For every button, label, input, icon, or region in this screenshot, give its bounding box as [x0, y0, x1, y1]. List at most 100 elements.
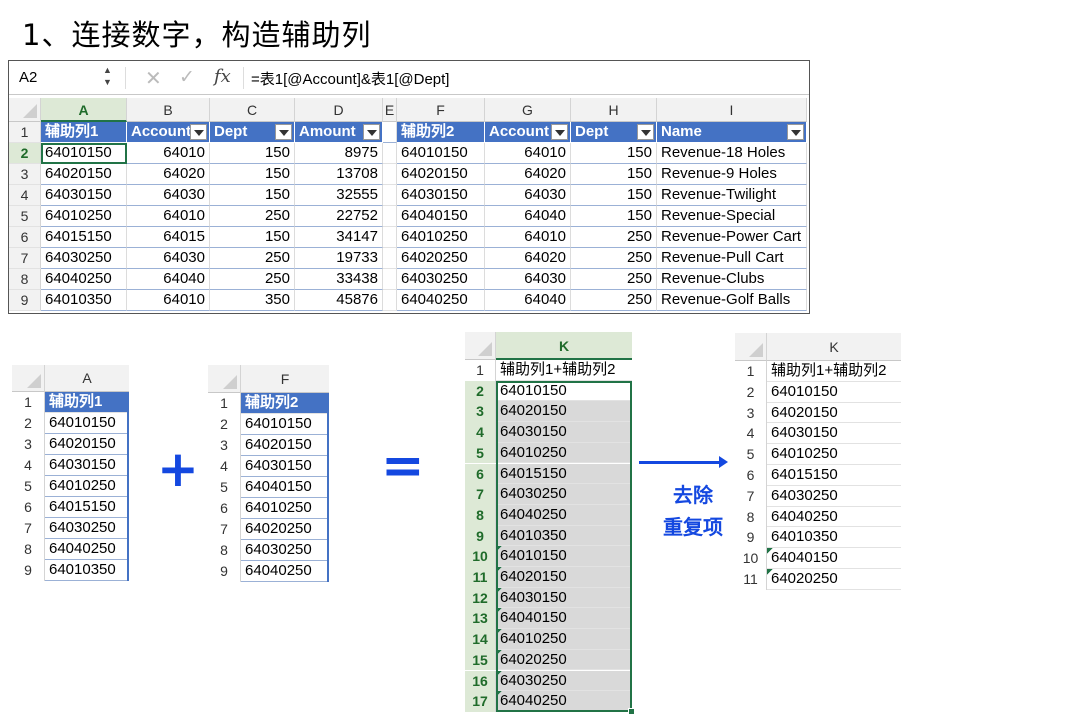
- cell[interactable]: 64010250: [767, 444, 901, 465]
- table-cell[interactable]: 45876: [295, 290, 383, 311]
- cell[interactable]: 64030150: [767, 423, 901, 445]
- column-header-h[interactable]: H: [571, 98, 657, 122]
- empty-cell[interactable]: [383, 206, 397, 227]
- table-cell[interactable]: 250: [571, 269, 657, 290]
- table-cell[interactable]: 64010250: [397, 227, 485, 248]
- table-cell[interactable]: 64020: [485, 164, 571, 185]
- table-cell[interactable]: 64010: [127, 143, 210, 164]
- table-header-cell[interactable]: 辅助列2: [397, 122, 485, 143]
- table-header-cell[interactable]: Name: [657, 122, 807, 143]
- header-cell[interactable]: 辅助列1+辅助列2: [767, 361, 901, 382]
- table-cell[interactable]: Revenue-Special: [657, 206, 807, 227]
- cell[interactable]: 64020250: [767, 569, 901, 590]
- row-header-3[interactable]: 3: [208, 435, 241, 456]
- table-cell[interactable]: 64020: [485, 248, 571, 269]
- header-cell[interactable]: 辅助列2: [241, 393, 329, 414]
- table-cell[interactable]: 250: [571, 227, 657, 248]
- empty-cell[interactable]: [383, 164, 397, 185]
- cell[interactable]: 64030250: [45, 518, 129, 539]
- empty-cell[interactable]: [383, 185, 397, 206]
- row-header-8[interactable]: 8: [735, 506, 767, 528]
- selection-range[interactable]: [496, 380, 632, 712]
- table-cell[interactable]: 150: [571, 206, 657, 227]
- cell[interactable]: 64010150: [45, 413, 129, 434]
- table-cell[interactable]: Revenue-Twilight: [657, 185, 807, 206]
- cell[interactable]: 64020250: [241, 519, 329, 540]
- filter-dropdown-icon[interactable]: [787, 124, 804, 140]
- table-cell[interactable]: 64015: [127, 227, 210, 248]
- table-cell[interactable]: 33438: [295, 269, 383, 290]
- row-header-5[interactable]: 5: [9, 206, 41, 227]
- row-header-6[interactable]: 6: [735, 465, 767, 486]
- table-cell[interactable]: Revenue-Power Cart: [657, 227, 807, 248]
- row-header-1[interactable]: 1: [12, 392, 45, 413]
- row-header-5[interactable]: 5: [735, 444, 767, 465]
- column-header-d[interactable]: D: [295, 98, 383, 122]
- table-cell[interactable]: 250: [571, 248, 657, 269]
- table-cell[interactable]: Revenue-18 Holes: [657, 143, 807, 164]
- cell[interactable]: 64020150: [767, 403, 901, 424]
- table-cell[interactable]: 150: [571, 143, 657, 164]
- table-cell[interactable]: Revenue-Pull Cart: [657, 248, 807, 269]
- cell[interactable]: 64020150: [45, 434, 129, 455]
- formula-input[interactable]: =表1[@Account]&表1[@Dept]: [251, 68, 449, 89]
- table-cell[interactable]: 150: [210, 185, 295, 206]
- enter-icon[interactable]: ✓: [179, 66, 195, 89]
- cell[interactable]: 64030150: [241, 456, 329, 477]
- row-header-4[interactable]: 4: [208, 456, 241, 477]
- table-cell[interactable]: 13708: [295, 164, 383, 185]
- row-header-2[interactable]: 2: [9, 143, 41, 164]
- row-header-2[interactable]: 2: [735, 381, 767, 403]
- cell[interactable]: 64040250: [767, 507, 901, 528]
- table-cell[interactable]: 64040: [485, 206, 571, 227]
- column-header-b[interactable]: B: [127, 98, 210, 122]
- table-cell[interactable]: 64020150: [397, 164, 485, 185]
- filter-dropdown-icon[interactable]: [190, 124, 207, 140]
- table-cell[interactable]: 150: [571, 185, 657, 206]
- cell[interactable]: 64030150: [45, 455, 129, 476]
- select-all-corner[interactable]: [735, 333, 767, 361]
- row-header-8[interactable]: 8: [12, 539, 45, 560]
- row-header-10[interactable]: 10: [735, 548, 767, 569]
- cell[interactable]: 64040250: [241, 561, 329, 582]
- table-cell[interactable]: 64020: [127, 164, 210, 185]
- row-header-14[interactable]: 14: [465, 629, 496, 650]
- table-cell[interactable]: 64010: [485, 143, 571, 164]
- table-header-cell[interactable]: Dept: [571, 122, 657, 143]
- row-header-3[interactable]: 3: [465, 401, 496, 423]
- row-header-8[interactable]: 8: [465, 504, 496, 526]
- table-cell[interactable]: 64020150: [41, 164, 127, 185]
- table-cell[interactable]: 350: [210, 290, 295, 311]
- table-cell[interactable]: 250: [210, 248, 295, 269]
- row-header-9[interactable]: 9: [465, 525, 496, 547]
- table-cell[interactable]: Revenue-Clubs: [657, 269, 807, 290]
- table-cell[interactable]: 64030150: [397, 185, 485, 206]
- row-header-3[interactable]: 3: [9, 164, 41, 185]
- table-header-cell[interactable]: Account: [127, 122, 210, 143]
- table-cell[interactable]: 64030250: [397, 269, 485, 290]
- table-cell[interactable]: 64040250: [397, 290, 485, 311]
- table-cell[interactable]: 250: [571, 290, 657, 311]
- column-header-f[interactable]: F: [241, 365, 329, 393]
- table-cell[interactable]: 64010: [127, 206, 210, 227]
- table-cell[interactable]: 64020250: [397, 248, 485, 269]
- function-icon[interactable]: fx: [214, 66, 231, 87]
- table-cell[interactable]: 64010: [485, 227, 571, 248]
- row-header-9[interactable]: 9: [735, 527, 767, 549]
- table-cell[interactable]: 64010250: [41, 206, 127, 227]
- row-header-3[interactable]: 3: [735, 402, 767, 424]
- cell[interactable]: 64015150: [767, 465, 901, 486]
- table-cell[interactable]: 64010: [127, 290, 210, 311]
- row-header-5[interactable]: 5: [465, 442, 496, 464]
- row-header-2[interactable]: 2: [12, 413, 45, 434]
- column-header-i[interactable]: I: [657, 98, 807, 122]
- column-header-c[interactable]: C: [210, 98, 295, 122]
- cell[interactable]: 64015150: [45, 497, 129, 518]
- table-cell[interactable]: 19733: [295, 248, 383, 269]
- name-box[interactable]: A2: [19, 69, 37, 86]
- select-all-corner[interactable]: [465, 332, 496, 360]
- table-cell[interactable]: 64010350: [41, 290, 127, 311]
- row-header-7[interactable]: 7: [735, 485, 767, 507]
- row-header-8[interactable]: 8: [9, 269, 41, 290]
- row-header-9[interactable]: 9: [9, 290, 41, 311]
